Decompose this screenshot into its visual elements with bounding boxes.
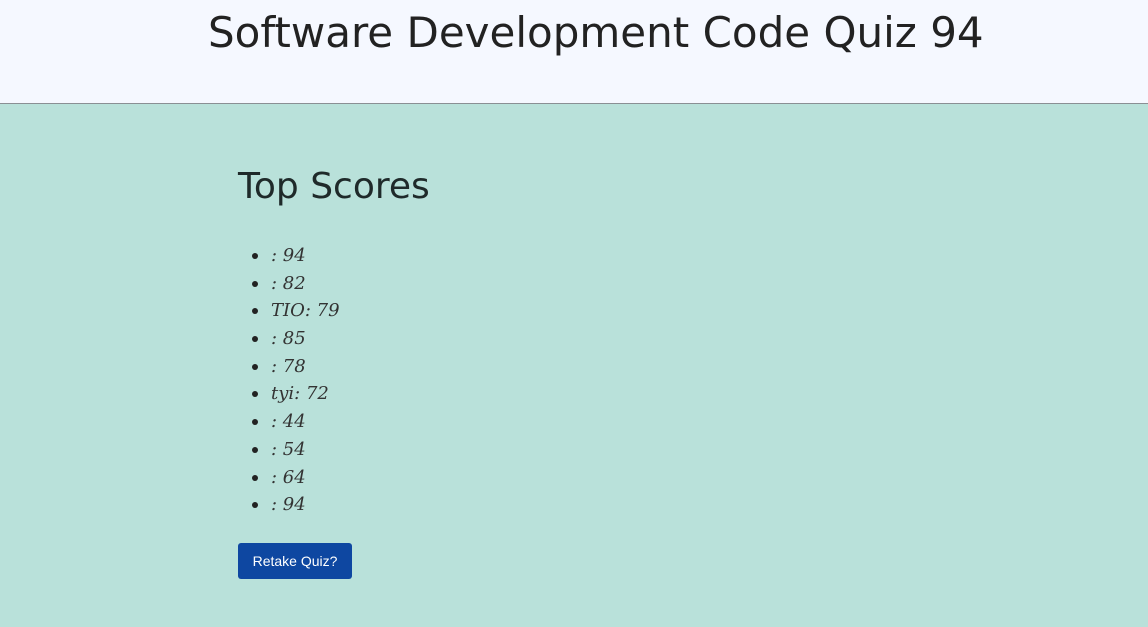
bullet-icon (252, 446, 258, 453)
score-text: TIO: 79 (271, 300, 340, 322)
bullet-icon (252, 419, 258, 426)
score-list-item: : 85 (238, 325, 538, 353)
score-text: tyi: 72 (271, 383, 329, 405)
bullet-icon (252, 391, 258, 398)
score-list-item: : 64 (238, 464, 538, 492)
score-text: : 64 (271, 466, 306, 488)
score-list-item: tyi: 72 (238, 380, 538, 408)
score-text: : 44 (271, 411, 306, 433)
page-header: Software Development Code Quiz 94 (0, 0, 1148, 104)
bullet-icon (252, 474, 258, 481)
score-list-item: : 44 (238, 408, 538, 436)
score-text: : 94 (271, 245, 306, 266)
score-list-item: : 78 (238, 353, 538, 381)
score-text: : 82 (271, 272, 306, 294)
bullet-icon (252, 502, 258, 509)
score-list-item: : 94 (238, 242, 538, 270)
score-text: : 78 (271, 355, 306, 377)
site-title: Software Development Code Quiz 94 (208, 8, 984, 57)
bullet-icon (252, 280, 258, 287)
bullet-icon (252, 363, 258, 370)
score-list-item: TIO: 79 (238, 297, 538, 325)
score-list-item: : 54 (238, 436, 538, 464)
score-text: : 54 (271, 438, 306, 460)
score-text: : 85 (271, 328, 306, 350)
score-text: : 94 (271, 494, 306, 516)
bullet-icon (252, 336, 258, 343)
retake-quiz-button[interactable]: Retake Quiz? (238, 543, 352, 579)
bullet-icon (252, 308, 258, 315)
main-content: Top Scores : 94 : 82 TIO: 79 : 85 : 78 t… (0, 104, 1148, 627)
score-list-item: : 94 (238, 491, 538, 519)
top-scores-heading: Top Scores (238, 166, 430, 207)
bullet-icon (252, 253, 258, 259)
score-list: : 94 : 82 TIO: 79 : 85 : 78 tyi: 72 : 44 (238, 242, 538, 519)
score-list-item: : 82 (238, 270, 538, 298)
